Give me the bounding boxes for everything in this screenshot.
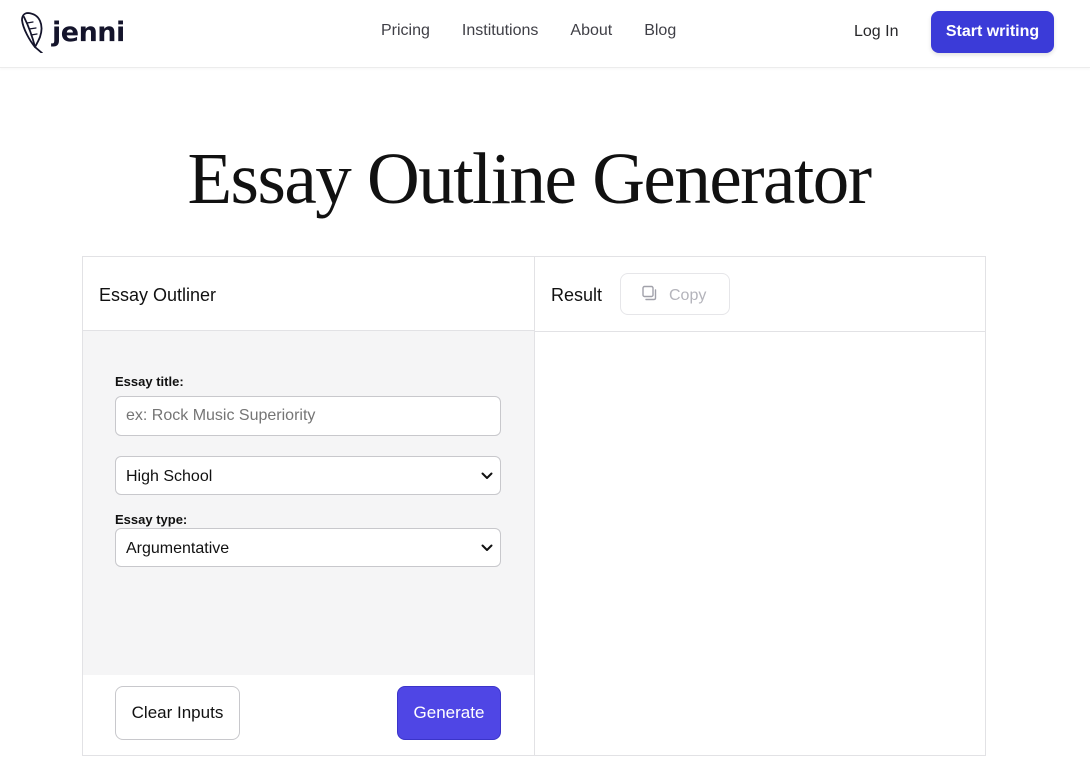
nav-link-pricing[interactable]: Pricing <box>381 20 430 42</box>
main-nav: Pricing Institutions About Blog <box>381 20 708 42</box>
input-panel-header: Essay Outliner <box>83 257 534 331</box>
input-form: Essay title: High School Essay type: Arg… <box>83 331 534 675</box>
panel-title: Essay Outliner <box>99 285 217 305</box>
copy-label: Copy <box>669 287 707 304</box>
copy-icon <box>642 285 657 301</box>
result-panel-header: Result Copy <box>535 257 985 332</box>
input-panel: Essay Outliner Essay title: High School … <box>83 257 535 755</box>
result-panel: Result Copy <box>535 257 985 755</box>
nav-link-institutions[interactable]: Institutions <box>462 20 538 42</box>
quill-pen-icon <box>21 12 43 53</box>
top-navbar: jenni Pricing Institutions About Blog Lo… <box>0 0 1090 68</box>
generate-button[interactable]: Generate <box>397 686 501 740</box>
clear-inputs-button[interactable]: Clear Inputs <box>115 686 240 740</box>
education-level-value: High School <box>126 468 213 485</box>
result-output <box>535 332 985 755</box>
start-writing-button[interactable]: Start writing <box>931 11 1054 53</box>
essay-outliner-tool: Essay Outliner Essay title: High School … <box>82 256 986 756</box>
chevron-down-icon <box>481 472 493 479</box>
essay-type-select[interactable]: Argumentative <box>115 528 501 567</box>
jenni-logo[interactable]: jenni <box>16 11 125 53</box>
copy-button[interactable]: Copy <box>620 273 730 315</box>
logo-wordmark: jenni <box>52 16 125 48</box>
nav-link-about[interactable]: About <box>570 20 612 42</box>
chevron-down-icon <box>481 544 493 551</box>
input-actions: Clear Inputs Generate <box>83 675 534 755</box>
page-title: Essay Outline Generator <box>187 138 872 219</box>
login-link[interactable]: Log In <box>854 21 898 43</box>
education-level-select[interactable]: High School <box>115 456 501 495</box>
essay-type-label: Essay type: <box>115 512 188 527</box>
essay-type-value: Argumentative <box>126 540 230 557</box>
result-title: Result <box>551 285 603 305</box>
essay-title-input[interactable] <box>115 396 501 436</box>
nav-link-blog[interactable]: Blog <box>644 20 676 42</box>
essay-title-label: Essay title: <box>115 374 184 389</box>
